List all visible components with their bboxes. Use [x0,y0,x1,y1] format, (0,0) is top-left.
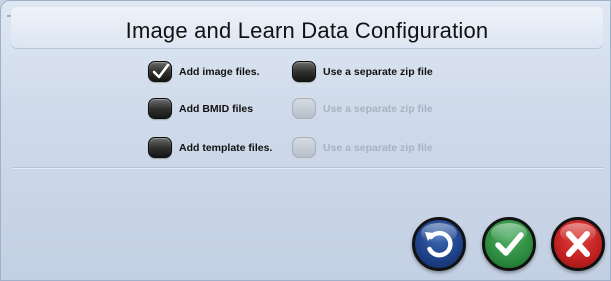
zip-bmid-checkbox [292,98,316,119]
checkmark-icon [495,232,524,256]
zip-image-label: Use a separate zip file [323,65,433,78]
add-template-checkbox[interactable] [148,137,172,158]
title-bar: Image and Learn Data Configuration [11,7,603,49]
add-image-label: Add image files. [179,65,260,78]
ok-button[interactable] [482,217,536,271]
dialog-title: Image and Learn Data Configuration [125,18,489,43]
option-add-template[interactable]: Add template files. [148,137,272,158]
zip-bmid-label: Use a separate zip file [323,102,433,115]
config-dialog: Image and Learn Data Configuration Add i… [0,0,611,281]
option-zip-template: Use a separate zip file [292,137,433,158]
add-template-label: Add template files. [179,141,273,154]
zip-template-checkbox [292,137,316,158]
reset-icon [425,230,453,258]
option-zip-image[interactable]: Use a separate zip file [292,61,433,82]
cancel-button[interactable] [551,217,605,271]
section-divider [13,167,603,168]
option-add-bmid[interactable]: Add BMID files [148,98,253,119]
add-bmid-checkbox[interactable] [148,98,172,119]
checkmark-icon [152,63,170,79]
add-image-checkbox[interactable] [148,61,172,82]
zip-template-label: Use a separate zip file [323,141,433,154]
zip-image-checkbox[interactable] [292,61,316,82]
x-icon [566,231,590,257]
option-add-image[interactable]: Add image files. [148,61,260,82]
reset-button[interactable] [412,217,466,271]
add-bmid-label: Add BMID files [179,102,254,115]
option-zip-bmid: Use a separate zip file [292,98,433,119]
